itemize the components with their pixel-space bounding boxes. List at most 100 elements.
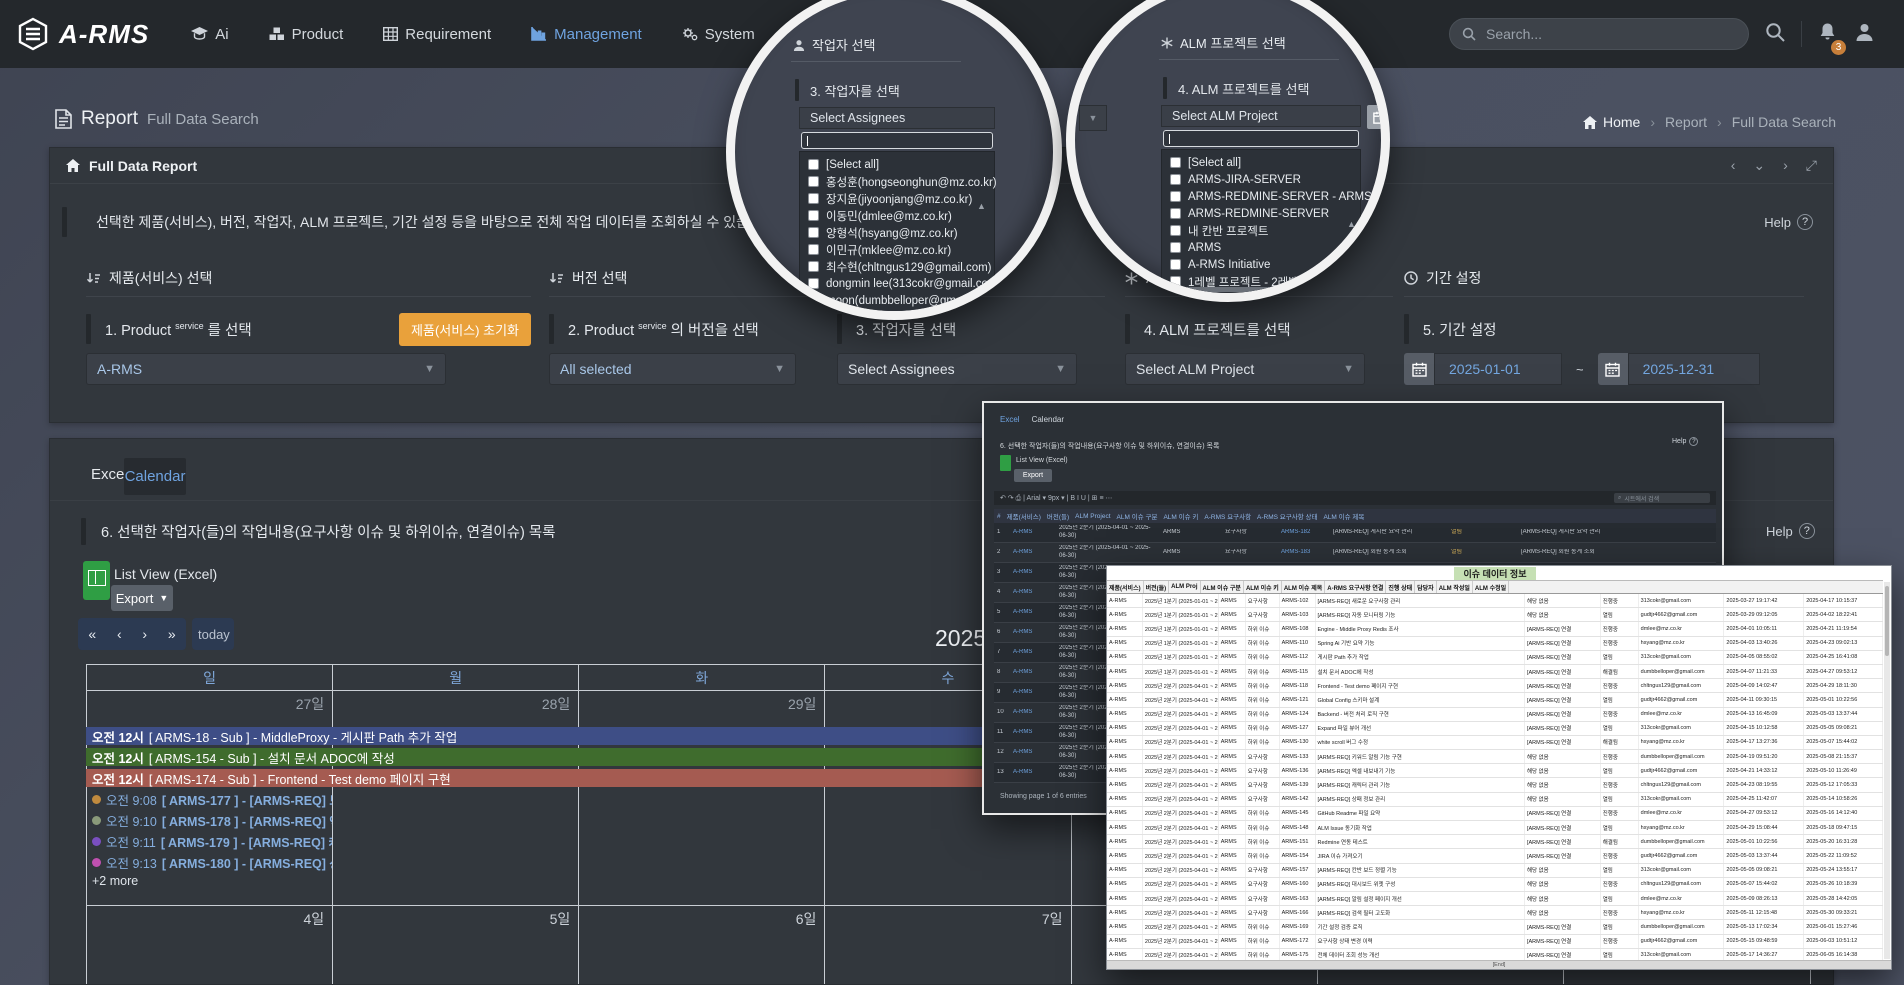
assignee-option[interactable]: moon(dumbbelloper@gmail.com) [800,292,994,309]
calendar-icon[interactable] [1404,353,1434,385]
mini-table-row[interactable]: 2A-RMS2025년 2분기 (2025-04-01 ~ 2025-06-30… [994,543,1716,563]
prev-month-button[interactable]: ‹ [114,626,125,642]
issue-table-row[interactable]: A-RMS2025년 2분기 (2025-04-01 ~ 2025-06-30)… [1107,708,1883,722]
mini-help-button[interactable]: Help? [1672,437,1698,446]
expand-icon[interactable]: ⤢ [1806,157,1817,174]
next-month-button[interactable]: › [139,626,150,642]
issue-table-column[interactable]: ALM Proj [1169,581,1200,593]
mini-table-column[interactable]: ALM 이슈 키 [1160,511,1201,521]
assignee-option[interactable]: dongmin lee(313cokr@gmail.com) [800,275,994,292]
alm-project-option[interactable]: ARMS-REDMINE-SERVER - ARMS-RE [1162,188,1360,205]
chevron-down-icon[interactable]: ⌄ [1753,157,1765,174]
mini-table-column[interactable]: A-RMS 요구사항 [1201,511,1254,521]
issue-table-column[interactable]: ALM 이슈 구분 [1201,581,1244,593]
assignee-option[interactable]: 이동민(dmlee@mz.co.kr) [800,207,994,224]
assignee-option[interactable]: 양형석(hsyang@mz.co.kr) [800,224,994,241]
checkbox-icon[interactable] [1170,242,1181,253]
issue-table-row[interactable]: A-RMS2025년 2분기 (2025-04-01 ~ 2025-06-30)… [1107,807,1883,821]
nav-item-management[interactable]: Management [515,16,658,53]
issue-table-row[interactable]: A-RMS2025년 2분기 (2025-04-01 ~ 2025-06-30)… [1107,722,1883,736]
issue-table-row[interactable]: A-RMS2025년 1분기 (2025-01-01 ~ 2025-03-31)… [1107,651,1883,665]
assignee-select[interactable]: Select Assignees ▼ [837,353,1077,385]
assignee-option[interactable]: 홍성훈(hongseonghun@mz.co.kr) [800,173,994,190]
prev-year-button[interactable]: « [85,626,99,642]
next-year-button[interactable]: » [165,626,179,642]
alm-project-option[interactable]: ARMS-JIRA-SERVER [1162,171,1360,188]
mini-table-column[interactable]: A-RMS 요구사항 상태 [1254,511,1320,521]
issue-table-row[interactable]: A-RMS2025년 2분기 (2025-04-01 ~ 2025-06-30)… [1107,778,1883,792]
vertical-scrollbar[interactable] [1884,582,1890,959]
vertical-scrollbar[interactable] [1356,233,1361,293]
checkbox-icon[interactable] [1170,174,1181,185]
checkbox-icon[interactable] [1170,276,1181,287]
mini-tab-calendar[interactable]: Calendar [1032,415,1064,424]
calendar-dot-event[interactable]: 오전 9:10[ ARMS-178 ] - [ARMS-REQ] 엑스버 [86,811,332,829]
checkbox-icon[interactable] [808,244,819,255]
date-to-input[interactable]: 2025-12-31 [1628,353,1760,385]
sheet-toolbar-icons[interactable]: ↶ ↷ ⎙ | Arial ▾ 9px ▾ | B I U | ⊞ ≡ ⋯ [1000,494,1113,503]
breadcrumb-report[interactable]: Report [1665,114,1707,130]
assignees-dropdown-toggle[interactable]: Select Assignees [799,107,995,129]
app-logo[interactable]: A-RMS [0,17,175,51]
nav-item-requirement[interactable]: Requirement [367,16,507,53]
issue-table-row[interactable]: A-RMS2025년 2분기 (2025-04-01 ~ 2025-06-30)… [1107,864,1883,878]
issue-table-row[interactable]: A-RMS2025년 2분기 (2025-04-01 ~ 2025-06-30)… [1107,793,1883,807]
issue-table-column[interactable]: 진행 상태 [1386,581,1415,593]
horizontal-scrollbar[interactable] [1171,287,1281,292]
checkbox-icon[interactable] [1170,157,1181,168]
user-profile-button[interactable] [1853,20,1876,49]
chevron-right-icon[interactable]: › [1783,157,1788,174]
issue-table-column[interactable]: 제품(서비스) [1107,581,1144,593]
calendar-day-cell[interactable]: 4일 [87,906,333,985]
scrollbar-thumb[interactable] [1885,586,1889,656]
issue-table-column[interactable]: 담당자 [1415,581,1437,593]
issue-table-row[interactable]: A-RMS2025년 2분기 (2025-04-01 ~ 2025-06-30)… [1107,750,1883,764]
checkbox-icon[interactable] [808,278,819,289]
alm-project-option[interactable]: ARMS-REDMINE-SERVER [1162,205,1360,222]
calendar-dot-event[interactable]: 오전 9:08[ ARMS-177 ] - [ARMS-REQ] 모니터 [86,790,332,808]
alm-project-option[interactable]: [Select all] [1162,154,1360,171]
issue-table-row[interactable]: A-RMS2025년 2분기 (2025-04-01 ~ 2025-06-30)… [1107,906,1883,920]
mini-table-column[interactable]: 제품(서비스) [1004,511,1044,521]
checkbox-icon[interactable] [808,261,819,272]
assignee-option[interactable]: 장지윤(jiyoonjang@mz.co.kr) [800,190,994,207]
mini-table-column[interactable]: ALM 이슈 제목 [1320,511,1367,521]
scroll-up-icon[interactable]: ▲ [977,201,986,211]
issue-table-column[interactable]: ALM 수정일 [1473,581,1509,593]
product-reset-button[interactable]: 제품(서비스) 초기화 [399,313,531,346]
issue-table-row[interactable]: A-RMS2025년 1분기 (2025-01-01 ~ 2025-03-31)… [1107,622,1883,636]
assignee-option[interactable]: 이민규(mklee@mz.co.kr) [800,241,994,258]
checkbox-icon[interactable] [808,210,819,221]
checkbox-icon[interactable] [808,193,819,204]
export-button[interactable]: Export▼ [111,585,173,611]
date-from-input[interactable]: 2025-01-01 [1434,353,1562,385]
scroll-up-icon[interactable]: ▲ [1347,219,1356,229]
search-submit-button[interactable] [1763,20,1787,49]
notifications-button[interactable]: 3 [1816,20,1839,49]
alm-project-option[interactable]: ARMS [1162,239,1360,256]
checkbox-icon[interactable] [808,176,819,187]
issue-table-row[interactable]: A-RMS2025년 2분기 (2025-04-01 ~ 2025-06-30)… [1107,935,1883,949]
excel-file-icon[interactable] [83,561,110,600]
checkbox-icon[interactable] [808,295,819,306]
nav-item-product[interactable]: Product [253,16,360,53]
checkbox-icon[interactable] [1170,208,1181,219]
issue-table-column[interactable]: ALM 이슈 키 [1244,581,1282,593]
nav-item-ai[interactable]: Ai [175,16,244,53]
issue-table-row[interactable]: A-RMS2025년 2분기 (2025-04-01 ~ 2025-06-30)… [1107,764,1883,778]
help-button-top[interactable]: Help? [1764,214,1813,230]
assignees-search-input[interactable] [801,132,993,149]
issue-table-row[interactable]: A-RMS2025년 1분기 (2025-01-01 ~ 2025-03-31)… [1107,594,1883,608]
issue-table-row[interactable]: A-RMS2025년 2분기 (2025-04-01 ~ 2025-06-30)… [1107,679,1883,693]
issue-table-row[interactable]: A-RMS2025년 2분기 (2025-04-01 ~ 2025-06-30)… [1107,693,1883,707]
calendar-icon[interactable] [1598,353,1628,385]
help-button-bottom[interactable]: Help? [1766,523,1815,539]
mini-table-column[interactable]: ALM 이슈 구분 [1114,511,1161,521]
alm-project-select[interactable]: Select ALM Project ▼ [1125,353,1365,385]
issue-table-column[interactable]: ALM 이슈 제목 [1282,581,1325,593]
issue-table-row[interactable]: A-RMS2025년 2분기 (2025-04-01 ~ 2025-06-30)… [1107,849,1883,863]
mini-table-column[interactable]: ALM Project [1072,513,1113,520]
today-button[interactable]: today [192,618,234,650]
issue-table-row[interactable]: A-RMS2025년 2분기 (2025-04-01 ~ 2025-06-30)… [1107,736,1883,750]
calendar-day-cell[interactable]: 6일 [579,906,825,985]
